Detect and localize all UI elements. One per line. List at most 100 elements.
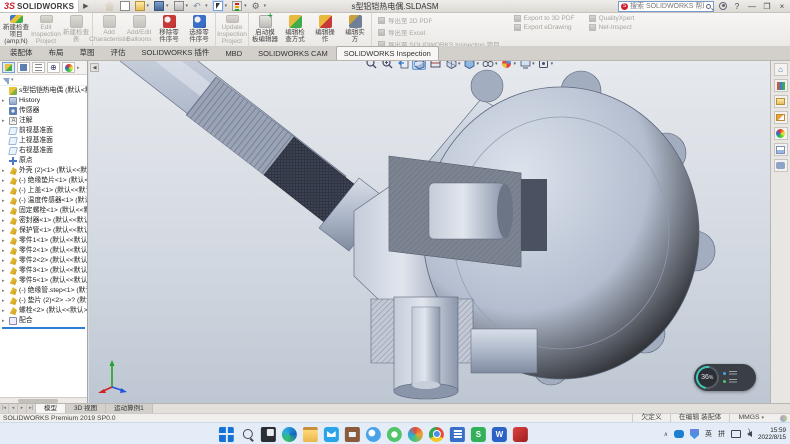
options-gear-icon[interactable]: ⚙ xyxy=(252,1,262,11)
ime-language-en[interactable]: 英 xyxy=(705,429,712,439)
graphics-viewport[interactable]: ◀ ▾ ▾ ▾ ▾ ▾ ▾ 36% xyxy=(89,61,770,403)
tree-item[interactable]: ▸ 零件5<1> (默认<<默认>_显示状态 xyxy=(0,276,87,286)
user-account-icon[interactable] xyxy=(719,2,727,10)
expand-arrow-icon[interactable]: ▸ xyxy=(2,236,7,246)
tree-item[interactable]: ▸ 注解 xyxy=(0,116,87,126)
expand-arrow-icon[interactable]: ▸ xyxy=(2,246,7,256)
expand-arrow-icon[interactable]: ▸ xyxy=(2,286,7,296)
search-icon[interactable] xyxy=(706,4,711,9)
first-tab-button[interactable]: |◂ xyxy=(0,404,9,413)
speaker-icon[interactable] xyxy=(747,431,752,437)
chevron-down-icon[interactable]: ▾ xyxy=(477,61,480,67)
view-tab[interactable]: 模型 xyxy=(36,404,66,413)
export-menu-item[interactable]: Export to 3D PDF xyxy=(514,15,575,22)
chevron-down-icon[interactable]: ▾ xyxy=(514,61,517,67)
tree-item[interactable]: 传感器 xyxy=(0,106,87,116)
expand-arrow-icon[interactable]: ▸ xyxy=(2,296,7,306)
tree-item[interactable]: ▸ 零件2<2> (默认<<默认>_显示状态 xyxy=(0,256,87,266)
export-menu-item[interactable]: QualityXpert xyxy=(589,15,635,22)
tray-clock[interactable]: 15:59 2022/8/15 xyxy=(758,427,786,441)
expand-arrow-icon[interactable]: ▸ xyxy=(2,116,7,126)
view-palette-icon[interactable] xyxy=(774,111,788,124)
display-tray-icon[interactable] xyxy=(731,430,741,438)
3d-drawing-view-icon[interactable] xyxy=(428,61,442,70)
new-inspection-project-button[interactable]: 新建检查项目 (amp;N) xyxy=(1,14,31,45)
file-explorer-icon[interactable] xyxy=(774,95,788,108)
tree-item[interactable]: ▸ 密封器<1> (默认<<默认>_显示状态 xyxy=(0,216,87,226)
docs-icon[interactable]: S xyxy=(471,427,486,442)
appearances-icon[interactable] xyxy=(774,127,788,140)
edit-appearance-icon[interactable] xyxy=(500,61,514,70)
zoom-area-icon[interactable] xyxy=(380,61,394,70)
menu-expand-arrow[interactable]: ▶ xyxy=(79,2,92,10)
tree-item[interactable]: ▸ 零件2<1> (默认<<默认>_显示状态 xyxy=(0,246,87,256)
security-shield-icon[interactable] xyxy=(690,429,699,439)
store-icon[interactable] xyxy=(345,427,360,442)
tree-item[interactable]: ▸ 配合 xyxy=(0,316,87,326)
design-library-icon[interactable] xyxy=(774,79,788,92)
browser360-icon[interactable] xyxy=(408,427,423,442)
tree-item[interactable]: s型铝铠热电偶 (默认<默认>_显示状态-1 xyxy=(0,86,87,96)
previous-view-icon[interactable] xyxy=(396,61,410,70)
next-tab-button[interactable]: ▸ xyxy=(18,404,27,413)
command-tab[interactable]: MBD xyxy=(217,46,250,60)
chevron-down-icon[interactable]: ▾ xyxy=(495,61,498,67)
mail-icon[interactable] xyxy=(324,427,339,442)
word-icon[interactable]: W xyxy=(492,427,507,442)
search-icon[interactable] xyxy=(240,427,255,442)
record-widget-button[interactable] xyxy=(723,379,737,384)
tree-item[interactable]: ▸ 保护管<1> (默认<<默认>_显示状态 xyxy=(0,226,87,236)
close-button[interactable]: × xyxy=(777,2,787,11)
tree-item[interactable]: ▸ 螺栓<2> (默认<<默认>_显示状态 xyxy=(0,306,87,316)
chrome-icon[interactable] xyxy=(429,427,444,442)
chevron-down-icon[interactable]: ▾ xyxy=(532,61,535,67)
select-balloons-button[interactable]: 选择零 件序号 xyxy=(184,14,214,45)
tree-item[interactable]: 右视基准面 xyxy=(0,146,87,156)
status-units[interactable]: MMGS ▾ xyxy=(729,414,772,422)
hide-show-items-icon[interactable] xyxy=(481,61,495,70)
export-menu-item[interactable]: Net-Inspect xyxy=(589,24,635,31)
export-menu-item[interactable]: 导出至 Excel xyxy=(378,27,500,37)
taskview-icon[interactable] xyxy=(261,427,276,442)
display-style-icon[interactable] xyxy=(463,61,477,70)
prev-tab-button[interactable]: ◂ xyxy=(9,404,18,413)
view-tab[interactable]: 运动算例1 xyxy=(106,404,153,413)
cloud-browser-icon[interactable] xyxy=(366,427,381,442)
expand-arrow-icon[interactable]: ▸ xyxy=(2,186,7,196)
chevron-down-icon[interactable]: ▾ xyxy=(551,61,554,67)
dict-icon[interactable] xyxy=(450,427,465,442)
record-overlay-widget[interactable]: 36% xyxy=(694,364,756,391)
command-tab[interactable]: 布局 xyxy=(41,44,72,60)
section-view-icon[interactable] xyxy=(412,61,426,70)
open-icon[interactable] xyxy=(135,1,145,11)
onedrive-icon[interactable] xyxy=(674,430,684,438)
restore-button[interactable]: ❐ xyxy=(762,2,772,11)
edit-operation-button[interactable]: 编辑操 作 xyxy=(310,14,340,45)
home-icon[interactable] xyxy=(105,1,115,11)
win-start-icon[interactable] xyxy=(219,427,234,442)
export-menu-item[interactable]: Export eDrawing xyxy=(514,24,575,31)
zoom-fit-icon[interactable] xyxy=(364,61,378,70)
edge-icon[interactable] xyxy=(282,427,297,442)
command-tab[interactable]: SOLIDWORKS Inspection xyxy=(336,46,439,60)
tree-item[interactable]: ▸ 零件1<1> (默认<<默认>_显示状态 xyxy=(0,236,87,246)
tree-item[interactable]: ▸ 零件3<1> (默认<<默认>_显示状态 xyxy=(0,266,87,276)
edit-inspection-method-button[interactable]: 编辑检 查方式 xyxy=(280,14,310,45)
feature-tree-tab[interactable] xyxy=(2,62,15,73)
tree-item[interactable]: ▸ (-) 垫片 (2)<2> ->? (默认<<默认>_ xyxy=(0,296,87,306)
edit-measure-button[interactable]: 编辑实 方 xyxy=(340,14,370,45)
custom-properties-icon[interactable] xyxy=(774,143,788,156)
minimize-button[interactable]: — xyxy=(747,2,757,11)
view-settings-icon[interactable] xyxy=(537,61,551,70)
save-icon[interactable] xyxy=(154,1,164,11)
view-orientation-icon[interactable] xyxy=(444,61,458,70)
chevron-down-icon[interactable]: ▾ xyxy=(11,77,14,83)
expand-arrow-icon[interactable]: ▸ xyxy=(2,196,7,206)
command-tab[interactable]: SOLIDWORKS CAM xyxy=(250,46,336,60)
property-manager-tab[interactable] xyxy=(17,62,30,73)
export-menu-item[interactable]: 导出至 2D PDF xyxy=(378,15,500,25)
tree-item[interactable]: ▸ 外壳 (2)<1> (默认<<默认>_显示状态 xyxy=(0,166,87,176)
expand-arrow-icon[interactable]: ▸ xyxy=(2,256,7,266)
record-widget-button[interactable] xyxy=(723,371,737,376)
tree-item[interactable]: ▸ (-) 温度传感器<1> (默认<<默认>_显 xyxy=(0,196,87,206)
